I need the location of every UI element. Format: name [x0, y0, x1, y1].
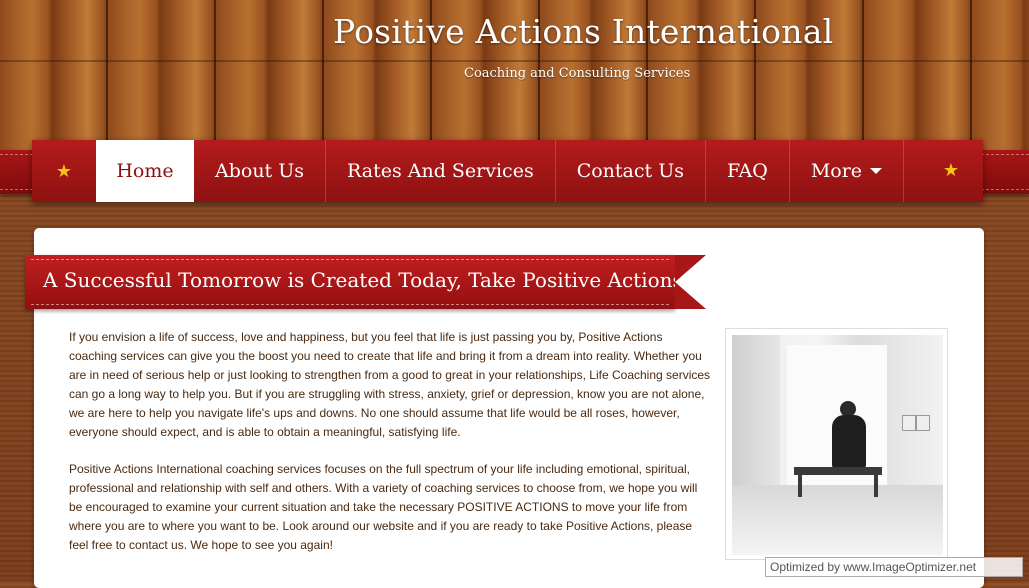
main-nav: ★ Home About Us Rates And Services Conta… — [32, 140, 983, 202]
site-subtitle: Coaching and Consulting Services — [464, 66, 691, 81]
chevron-down-icon — [870, 168, 883, 174]
headline-text: A Successful Tomorrow is Created Today, … — [43, 268, 690, 292]
optimizer-watermark: Optimized by www.ImageOptimizer.net — [765, 557, 1023, 577]
body-text: If you envision a life of success, love … — [69, 328, 712, 573]
photo-frame — [725, 328, 948, 560]
star-icon-left: ★ — [55, 160, 73, 181]
nav-more-label: More — [810, 160, 863, 182]
paragraph-1: If you envision a life of success, love … — [69, 330, 711, 439]
gallery-photo — [732, 335, 943, 555]
nav-more[interactable]: More — [790, 140, 905, 202]
headline-banner: A Successful Tomorrow is Created Today, … — [25, 255, 706, 309]
nav-home[interactable]: Home — [96, 140, 194, 202]
nav-faq[interactable]: FAQ — [706, 140, 790, 202]
nav-about-us[interactable]: About Us — [194, 140, 326, 202]
nav-contact-us[interactable]: Contact Us — [556, 140, 706, 202]
star-icon-right: ★ — [942, 160, 960, 180]
nav-rates-and-services[interactable]: Rates And Services — [326, 140, 556, 202]
paragraph-2: Positive Actions International coaching … — [69, 462, 698, 552]
site-title[interactable]: Positive Actions International — [333, 12, 833, 51]
